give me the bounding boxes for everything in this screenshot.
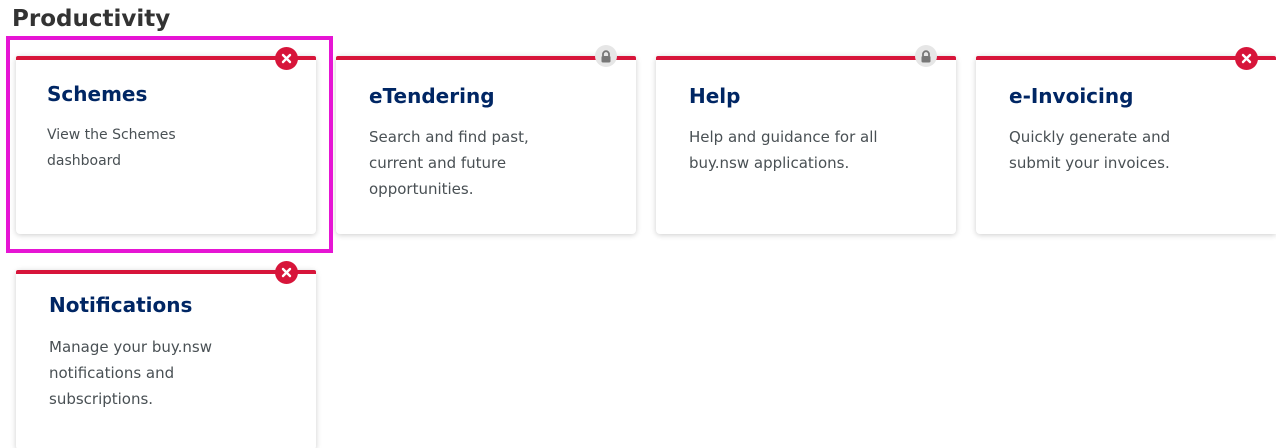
tile-accent-bar bbox=[16, 56, 316, 60]
lock-icon bbox=[601, 49, 611, 62]
tile-description: Quickly generate and submit your invoice… bbox=[1009, 128, 1171, 172]
section-title: Productivity bbox=[12, 6, 171, 32]
tile-e-invoicing[interactable]: e-Invoicing Quickly generate and submit … bbox=[976, 47, 1276, 234]
tile-description: View the Schemes dashboard bbox=[47, 127, 176, 169]
tile-title: eTendering bbox=[369, 84, 495, 108]
productivity-page: Productivity Schemes View the Schemes da… bbox=[0, 0, 1276, 448]
locked-badge bbox=[915, 45, 937, 67]
tile-description: Search and find past, current and future… bbox=[369, 128, 529, 198]
close-icon bbox=[281, 267, 292, 278]
close-icon bbox=[281, 53, 292, 64]
tile-title: Help bbox=[689, 84, 741, 108]
tile-accent-bar bbox=[16, 270, 316, 274]
tile-accent-bar bbox=[656, 56, 956, 60]
tile-description: Help and guidance for all buy.nsw applic… bbox=[689, 128, 878, 172]
tile-notifications[interactable]: Notifications Manage your buy.nsw notifi… bbox=[16, 261, 316, 448]
tile-etendering[interactable]: eTendering Search and find past, current… bbox=[336, 45, 636, 234]
tile-accent-bar bbox=[976, 56, 1276, 60]
tile-help[interactable]: Help Help and guidance for all buy.nsw a… bbox=[656, 45, 956, 234]
locked-badge bbox=[595, 45, 617, 67]
lock-icon bbox=[921, 49, 931, 62]
tile-schemes[interactable]: Schemes View the Schemes dashboard bbox=[16, 47, 316, 234]
remove-tile-button[interactable] bbox=[1235, 47, 1258, 70]
tile-description: Manage your buy.nsw notifications and su… bbox=[49, 338, 212, 408]
tile-title: e-Invoicing bbox=[1009, 84, 1134, 108]
tile-title: Notifications bbox=[49, 293, 193, 317]
tile-title: Schemes bbox=[47, 82, 148, 106]
remove-tile-button[interactable] bbox=[275, 261, 298, 284]
close-icon bbox=[1241, 53, 1252, 64]
remove-tile-button[interactable] bbox=[275, 47, 298, 70]
tile-accent-bar bbox=[336, 56, 636, 60]
